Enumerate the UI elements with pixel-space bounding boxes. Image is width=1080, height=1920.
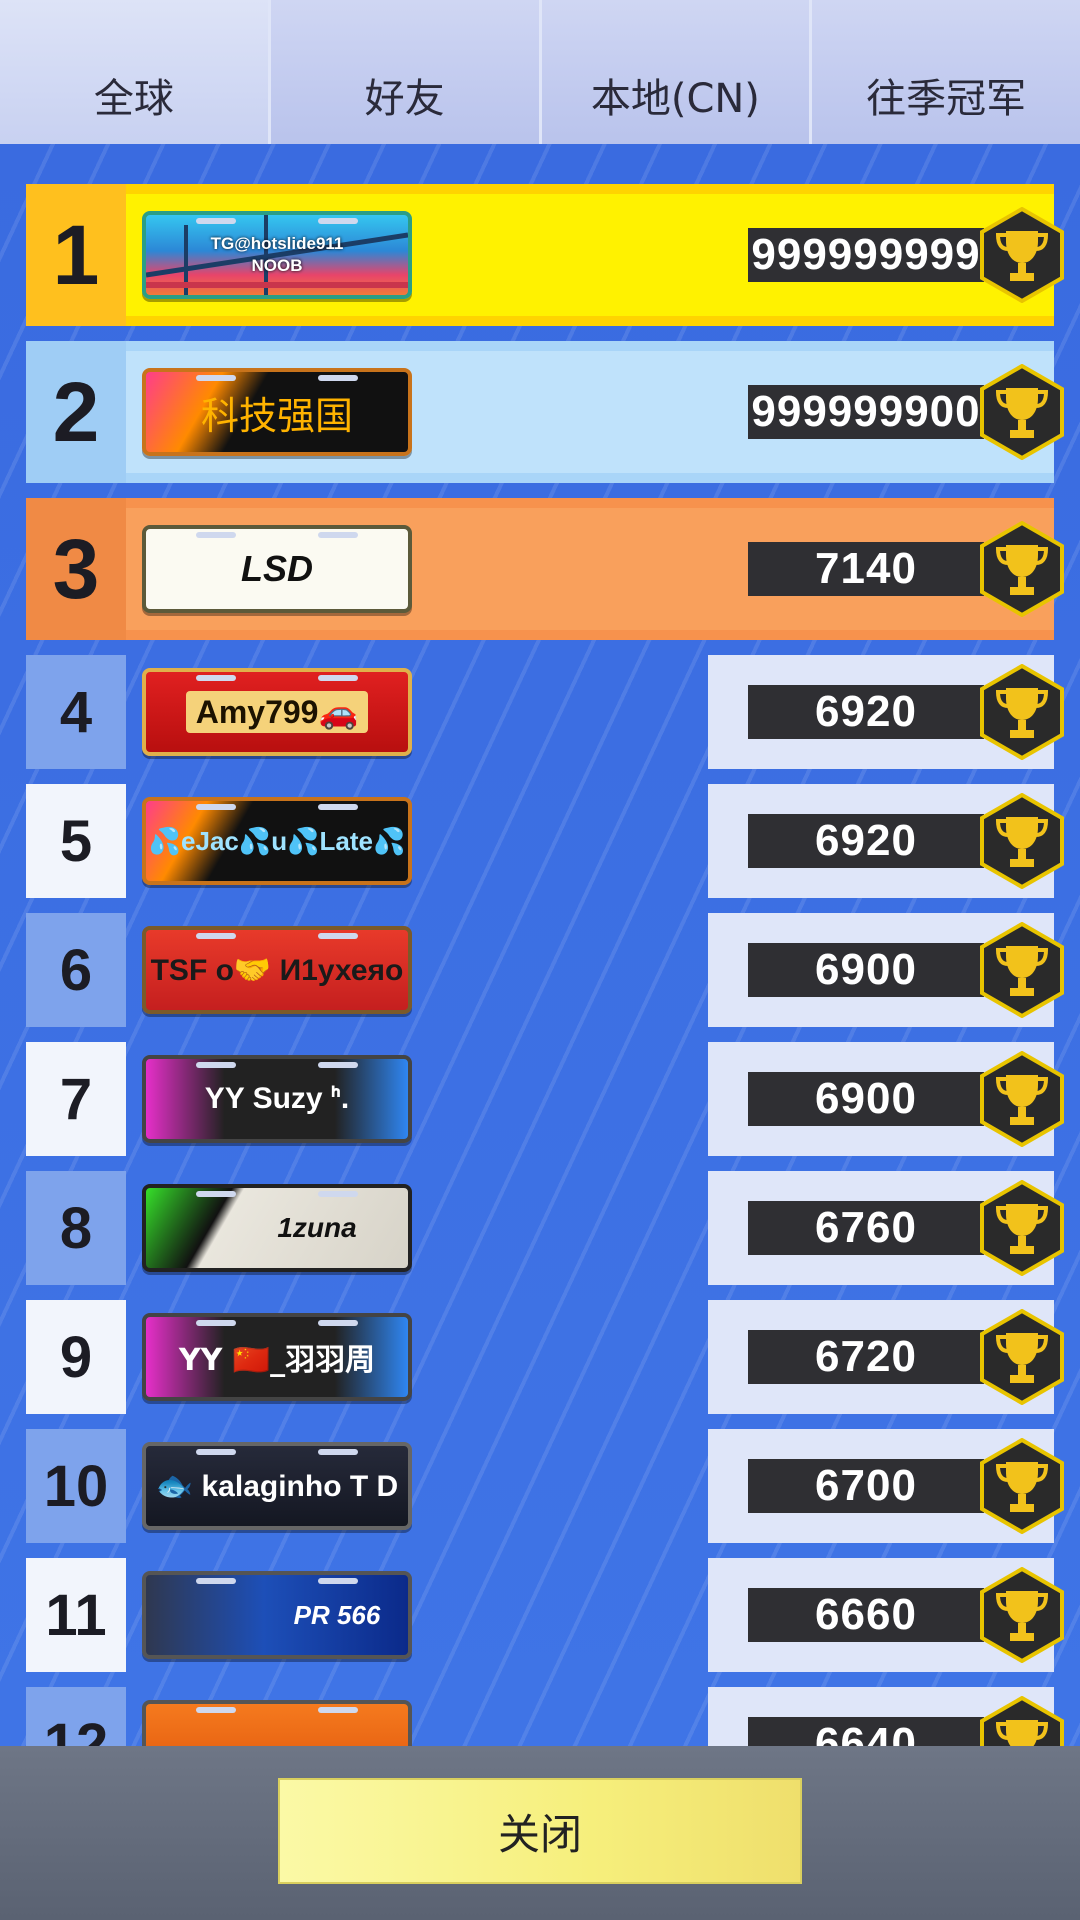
footer-bar: 关闭 — [0, 1746, 1080, 1920]
leaderboard-row[interactable]: 7 YY Suzy ᑋ. 6900 — [26, 1042, 1064, 1156]
license-plate: YY Suzy ᑋ. — [142, 1055, 412, 1143]
rank-number: 3 — [26, 498, 126, 640]
trophy-icon — [980, 793, 1064, 889]
plate-text: LSD — [241, 548, 313, 589]
license-plate: 🐟 kalaginho T D — [142, 1442, 412, 1530]
leaderboard-row[interactable]: 5 💦eJac💦u💦Late💦 6920 — [26, 784, 1064, 898]
leaderboard-row[interactable]: 4 Amy799🚗 6920 — [26, 655, 1064, 769]
trophy-icon — [980, 207, 1064, 303]
score-value: 6640 — [748, 1717, 984, 1746]
rank-number: 6 — [26, 913, 126, 1027]
score-value: 6720 — [748, 1330, 984, 1384]
leaderboard-row[interactable]: 2 科技强国 999999900 — [26, 341, 1064, 483]
rank-number: 11 — [26, 1558, 126, 1672]
tab-past-champions[interactable]: 往季冠军 — [812, 0, 1080, 144]
leaderboard-row[interactable]: 6 TSF o🤝 И1ухеяо 6900 — [26, 913, 1064, 1027]
plate-text: 科技强国 — [200, 393, 353, 438]
tab-friends[interactable]: 好友 — [270, 0, 542, 144]
leaderboard-row[interactable]: 8 1zuna 6760 — [26, 1171, 1064, 1285]
plate-text: YY 🇨🇳_羽羽周 — [178, 1343, 376, 1378]
trophy-icon — [980, 664, 1064, 760]
rank-number: 10 — [26, 1429, 126, 1543]
license-plate: 1zuna — [142, 1184, 412, 1272]
score-value: 999999999 — [748, 228, 984, 282]
trophy-icon — [980, 1309, 1064, 1405]
score-value: 6660 — [748, 1588, 984, 1642]
plate-text: Amy799🚗 — [185, 691, 369, 733]
license-plate: Amy799🚗 — [142, 668, 412, 756]
tab-bar: 全球 好友 本地(CN) 往季冠军 — [0, 0, 1080, 144]
license-plate: YY 🇨🇳_羽羽周 — [142, 1313, 412, 1401]
leaderboard-row[interactable]: 3 LSD 7140 — [26, 498, 1064, 640]
rank-number: 12 — [26, 1687, 126, 1746]
leaderboard[interactable]: 1 TG@hotslide911 NOOB 999999999 2 科技强国 9… — [0, 144, 1080, 1746]
trophy-icon — [980, 1180, 1064, 1276]
leaderboard-row[interactable]: 10 🐟 kalaginho T D 6700 — [26, 1429, 1064, 1543]
rank-number: 9 — [26, 1300, 126, 1414]
license-plate: PR 566 — [142, 1571, 412, 1659]
trophy-icon — [980, 922, 1064, 1018]
score-value: 7140 — [748, 542, 984, 596]
plate-text: 🐟 kalaginho T D — [155, 1469, 399, 1503]
license-plate: 💦eJac💦u💦Late💦 — [142, 797, 412, 885]
leaderboard-row[interactable]: 12 6640 — [26, 1687, 1064, 1746]
score-value: 6920 — [748, 814, 984, 868]
rank-number: 5 — [26, 784, 126, 898]
close-button[interactable]: 关闭 — [278, 1778, 802, 1884]
score-value: 6920 — [748, 685, 984, 739]
rank-number: 1 — [26, 184, 126, 326]
license-plate: TG@hotslide911 NOOB — [142, 211, 412, 299]
score-value: 6760 — [748, 1201, 984, 1255]
plate-text: 1zuna — [277, 1212, 357, 1243]
rank-number: 7 — [26, 1042, 126, 1156]
license-plate: 科技强国 — [142, 368, 412, 456]
rank-number: 4 — [26, 655, 126, 769]
score-value: 6700 — [748, 1459, 984, 1513]
plate-text: TSF o🤝 И1ухеяо — [150, 953, 404, 987]
trophy-icon — [980, 364, 1064, 460]
license-plate — [142, 1700, 412, 1746]
rank-number: 2 — [26, 341, 126, 483]
plate-text: 💦eJac💦u💦Late💦 — [148, 825, 406, 856]
trophy-icon — [980, 1696, 1064, 1746]
leaderboard-row[interactable]: 1 TG@hotslide911 NOOB 999999999 — [26, 184, 1064, 326]
rank-number: 8 — [26, 1171, 126, 1285]
score-value: 999999900 — [748, 385, 984, 439]
score-value: 6900 — [748, 943, 984, 997]
leaderboard-row[interactable]: 9 YY 🇨🇳_羽羽周 6720 — [26, 1300, 1064, 1414]
trophy-icon — [980, 1567, 1064, 1663]
trophy-icon — [980, 1438, 1064, 1534]
plate-text: TG@hotslide911 NOOB — [210, 234, 344, 275]
score-value: 6900 — [748, 1072, 984, 1126]
leaderboard-list: 1 TG@hotslide911 NOOB 999999999 2 科技强国 9… — [26, 184, 1064, 1746]
trophy-icon — [980, 1051, 1064, 1147]
leaderboard-row[interactable]: 11 PR 566 6660 — [26, 1558, 1064, 1672]
plate-text: PR 566 — [293, 1599, 381, 1630]
license-plate: TSF o🤝 И1ухеяо — [142, 926, 412, 1014]
tab-global[interactable]: 全球 — [0, 0, 271, 144]
license-plate: LSD — [142, 525, 412, 613]
tab-local-cn[interactable]: 本地(CN) — [541, 0, 813, 144]
plate-text: YY Suzy ᑋ. — [204, 1082, 350, 1115]
trophy-icon — [980, 521, 1064, 617]
